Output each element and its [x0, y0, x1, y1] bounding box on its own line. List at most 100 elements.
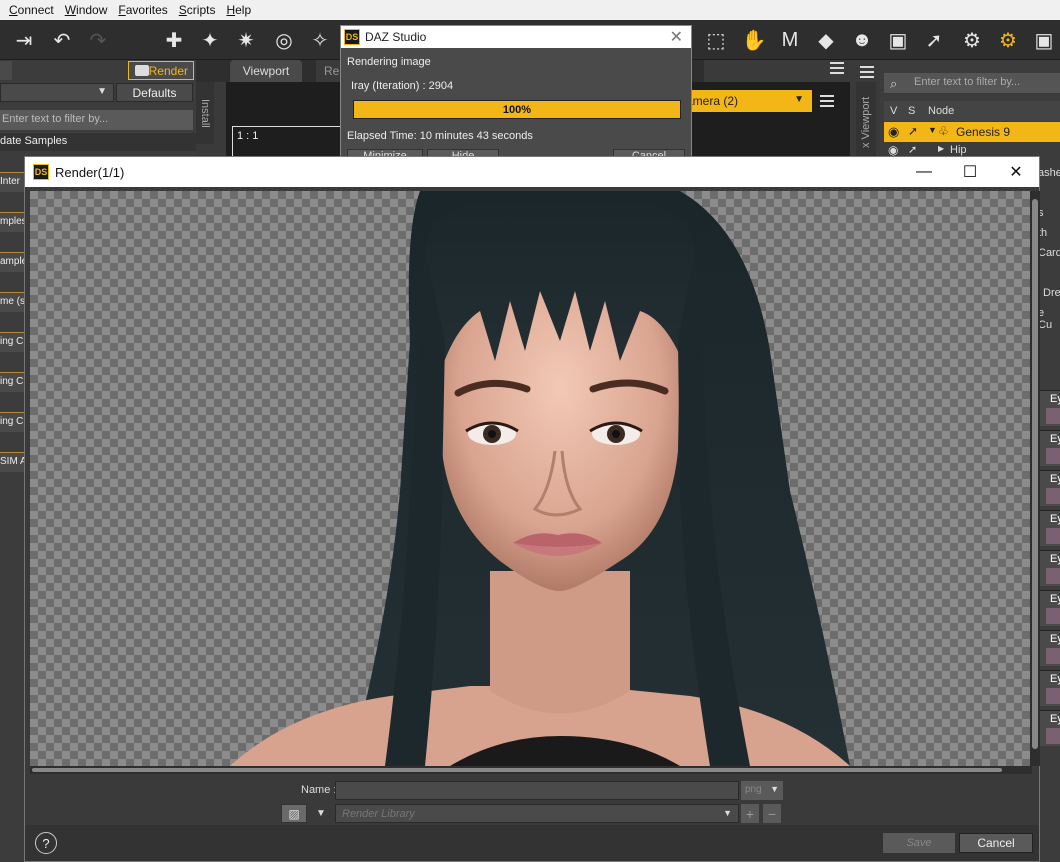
chevron-down-icon[interactable]: ▼ [311, 804, 331, 823]
camera-add-icon[interactable]: ✚ [160, 26, 188, 54]
help-icon[interactable]: ? [35, 832, 57, 854]
render-window-title: Render(1/1) [55, 165, 125, 180]
progress-text: 100% [502, 103, 532, 116]
daz-logo-icon: DS [344, 29, 360, 45]
export-icon[interactable]: ⇥ [10, 26, 38, 54]
select-tool-icon[interactable]: ➚ [920, 26, 948, 54]
eye-icon[interactable]: ◉ [888, 124, 899, 140]
preset-select[interactable] [0, 83, 114, 102]
node-label: Hip [950, 144, 967, 156]
pane-menu-icon[interactable] [830, 62, 844, 74]
render-camera-icon[interactable]: ▣ [884, 26, 912, 54]
property-row[interactable]: Ey [1040, 670, 1060, 706]
property-row[interactable]: Ey [1040, 390, 1060, 426]
progress-bar: 100% [353, 100, 681, 119]
render-button[interactable]: Render [128, 61, 194, 80]
close-icon[interactable]: ✕ [670, 27, 683, 47]
morph-icon[interactable]: M [776, 26, 804, 54]
scroll-thumb[interactable] [32, 768, 1002, 772]
setting-row[interactable]: ing C [0, 372, 25, 392]
property-row[interactable]: Ey [1040, 430, 1060, 466]
vertical-scrollbar[interactable] [1030, 191, 1040, 766]
iteration-label: Iray (Iteration) : 2904 [351, 80, 454, 92]
format-select[interactable]: png [741, 781, 783, 800]
undo-icon[interactable]: ↶ [48, 26, 76, 54]
expand-icon[interactable]: ▶ [938, 144, 944, 153]
render-canvas[interactable] [30, 191, 1032, 766]
property-row[interactable]: Ey [1040, 550, 1060, 586]
save-button[interactable]: Save [883, 833, 955, 853]
property-row[interactable]: Ey [1040, 590, 1060, 626]
image-library-icon[interactable]: ▨ [281, 804, 307, 823]
menu-help[interactable]: Help [226, 3, 251, 17]
pointer-icon[interactable]: ➚ [908, 143, 917, 156]
aux-viewport-tab[interactable]: x Viewport [856, 82, 876, 162]
setting-row[interactable]: Inter [0, 172, 25, 192]
property-label: Dre [1043, 287, 1060, 299]
setting-row[interactable]: SIM A [0, 452, 25, 472]
spotlight-icon[interactable]: ✷ [232, 26, 260, 54]
scroll-thumb[interactable] [1032, 199, 1038, 749]
scene-node-selected[interactable]: ◉ ➚ ▼ ♧ Genesis 9 [884, 122, 1060, 142]
setting-row[interactable]: me (s [0, 292, 25, 312]
tab-viewport[interactable]: Viewport [230, 60, 302, 82]
progress-titlebar[interactable]: DS DAZ Studio ✕ [341, 26, 691, 48]
menu-bar: Connect Window Favorites Scripts Help [0, 0, 1060, 20]
geometry-icon[interactable]: ◆ [812, 26, 840, 54]
scene-menu-icon[interactable] [860, 66, 874, 78]
light-add-icon[interactable]: ✦ [196, 26, 224, 54]
setting-row[interactable]: ample [0, 252, 25, 272]
remove-button[interactable]: − [763, 804, 781, 823]
property-row[interactable]: Ey [1040, 630, 1060, 666]
menu-favorites[interactable]: Favorites [118, 3, 167, 17]
col-visible[interactable]: V [890, 105, 897, 117]
property-row[interactable]: Ey [1040, 510, 1060, 546]
rendered-portrait-image [230, 191, 850, 766]
col-node[interactable]: Node [928, 105, 954, 117]
render-titlebar[interactable]: DS Render(1/1) — ☐ ✕ [25, 157, 1039, 187]
expand-icon[interactable]: ▼ [928, 125, 937, 135]
render-library-select[interactable]: Render Library [335, 804, 739, 823]
minimize-icon[interactable]: — [901, 161, 947, 183]
horizontal-scrollbar[interactable] [30, 766, 1032, 774]
redo-icon[interactable]: ↷ [84, 26, 112, 54]
tab-render[interactable]: Re [316, 60, 342, 82]
distant-light-icon[interactable]: ◎ [270, 26, 298, 54]
render-settings-icon[interactable]: ⚙ [958, 26, 986, 54]
figure-icon[interactable]: ☻ [848, 26, 876, 54]
daz-logo-icon: DS [33, 164, 49, 180]
add-button[interactable]: + [741, 804, 759, 823]
camera-select[interactable]: amera (2) [680, 90, 812, 112]
install-tab[interactable]: Install [196, 82, 214, 144]
render-gear-icon[interactable]: ⚙ [994, 26, 1022, 54]
point-light-icon[interactable]: ✧ [306, 26, 334, 54]
transform-icon[interactable]: ⬚ [702, 26, 730, 54]
elapsed-label: Elapsed Time: 10 minutes 43 seconds [347, 130, 533, 142]
filter-input[interactable]: Enter text to filter by... [0, 110, 193, 130]
section-header[interactable]: date Samples [0, 133, 196, 151]
viewport-menu-icon[interactable] [820, 95, 834, 107]
menu-connect[interactable]: Connect [9, 3, 54, 17]
progress-title: DAZ Studio [365, 30, 427, 44]
property-row[interactable]: Ey [1040, 710, 1060, 746]
pointer-icon[interactable]: ➚ [908, 124, 918, 138]
render-icon[interactable]: ▣ [1030, 26, 1058, 54]
close-icon[interactable]: ✕ [993, 161, 1039, 183]
maximize-icon[interactable]: ☐ [947, 161, 993, 183]
setting-row[interactable]: ing C [0, 332, 25, 352]
setting-row[interactable]: mples [0, 212, 25, 232]
panel-tab[interactable] [0, 61, 12, 80]
col-selectable[interactable]: S [908, 105, 915, 117]
scene-filter-input[interactable]: Enter text to filter by... [884, 73, 1060, 93]
menu-window[interactable]: Window [65, 3, 108, 17]
defaults-button[interactable]: Defaults [116, 83, 193, 102]
property-label: ashe [1038, 167, 1060, 179]
render-button-label: Render [148, 63, 188, 78]
menu-scripts[interactable]: Scripts [179, 3, 216, 17]
eye-icon[interactable]: ◉ [888, 143, 898, 157]
setting-row[interactable]: ing C [0, 412, 25, 432]
property-row[interactable]: Ey [1040, 470, 1060, 506]
name-input[interactable] [335, 781, 739, 800]
cancel-button[interactable]: Cancel [959, 833, 1033, 853]
joint-editor-icon[interactable]: ✋ [740, 26, 768, 54]
